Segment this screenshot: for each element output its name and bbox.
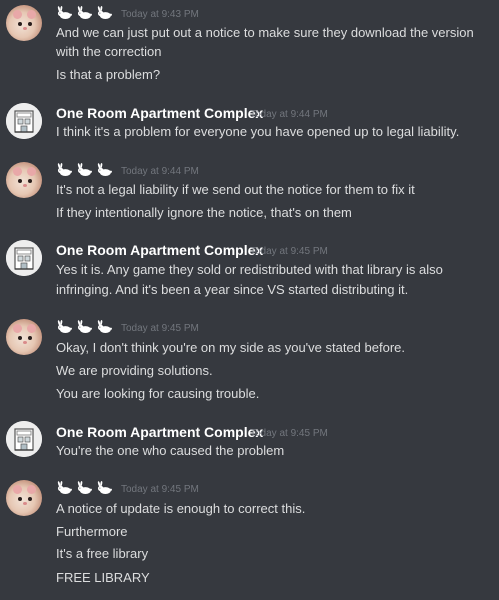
hamster-avatar-icon[interactable] xyxy=(6,162,42,198)
rabbit-icon xyxy=(56,320,73,334)
message-text: FREE LIBRARY xyxy=(56,570,150,585)
rabbit-icon xyxy=(96,481,113,495)
timestamp: Today at 9:43 PM xyxy=(121,9,199,20)
message-text: infringing. And it's been a year since V… xyxy=(56,282,409,297)
message-text: It's not a legal liability if we send ou… xyxy=(56,182,415,197)
username[interactable]: One Room Apartment Complex xyxy=(56,105,263,121)
message-text: with the correction xyxy=(56,44,162,59)
rabbit-icon xyxy=(96,320,113,334)
rabbit-icon xyxy=(56,481,73,495)
message-text: It's a free library xyxy=(56,546,149,561)
username[interactable]: One Room Apartment Complex xyxy=(56,424,263,440)
bunny-username[interactable] xyxy=(56,163,113,177)
rabbit-icon xyxy=(96,6,113,20)
message-text: Furthermore xyxy=(56,524,128,539)
message-text: And we can just put out a notice to make… xyxy=(56,25,474,40)
building-avatar-icon[interactable] xyxy=(6,103,42,139)
hamster-avatar-icon[interactable] xyxy=(6,5,42,41)
message-text: Yes it is. Any game they sold or redistr… xyxy=(56,262,443,277)
rabbit-icon xyxy=(56,6,73,20)
building-avatar-icon[interactable] xyxy=(6,421,42,457)
message-text: A notice of update is enough to correct … xyxy=(56,501,306,516)
rabbit-icon xyxy=(96,163,113,177)
rabbit-icon xyxy=(76,320,93,334)
timestamp: Today at 9:45 PM xyxy=(121,484,199,495)
timestamp: Today at 9:45 PM xyxy=(250,246,328,257)
timestamp: Today at 9:44 PM xyxy=(250,109,328,120)
building-avatar-icon[interactable] xyxy=(6,240,42,276)
message-text: If they intentionally ignore the notice,… xyxy=(56,205,352,220)
timestamp: Today at 9:44 PM xyxy=(121,166,199,177)
message-text: You're the one who caused the problem xyxy=(56,443,285,458)
rabbit-icon xyxy=(76,6,93,20)
message-text: Is that a problem? xyxy=(56,67,161,82)
username[interactable]: One Room Apartment Complex xyxy=(56,242,263,258)
rabbit-icon xyxy=(76,481,93,495)
message-text: We are providing solutions. xyxy=(56,363,213,378)
timestamp: Today at 9:45 PM xyxy=(250,428,328,439)
rabbit-icon xyxy=(56,163,73,177)
message-text: You are looking for causing trouble. xyxy=(56,386,260,401)
bunny-username[interactable] xyxy=(56,481,113,495)
hamster-avatar-icon[interactable] xyxy=(6,319,42,355)
message-text: I think it's a problem for everyone you … xyxy=(56,124,460,139)
bunny-username[interactable] xyxy=(56,6,113,20)
timestamp: Today at 9:45 PM xyxy=(121,323,199,334)
rabbit-icon xyxy=(76,163,93,177)
hamster-avatar-icon[interactable] xyxy=(6,480,42,516)
message-text: Okay, I don't think you're on my side as… xyxy=(56,340,406,355)
bunny-username[interactable] xyxy=(56,320,113,334)
